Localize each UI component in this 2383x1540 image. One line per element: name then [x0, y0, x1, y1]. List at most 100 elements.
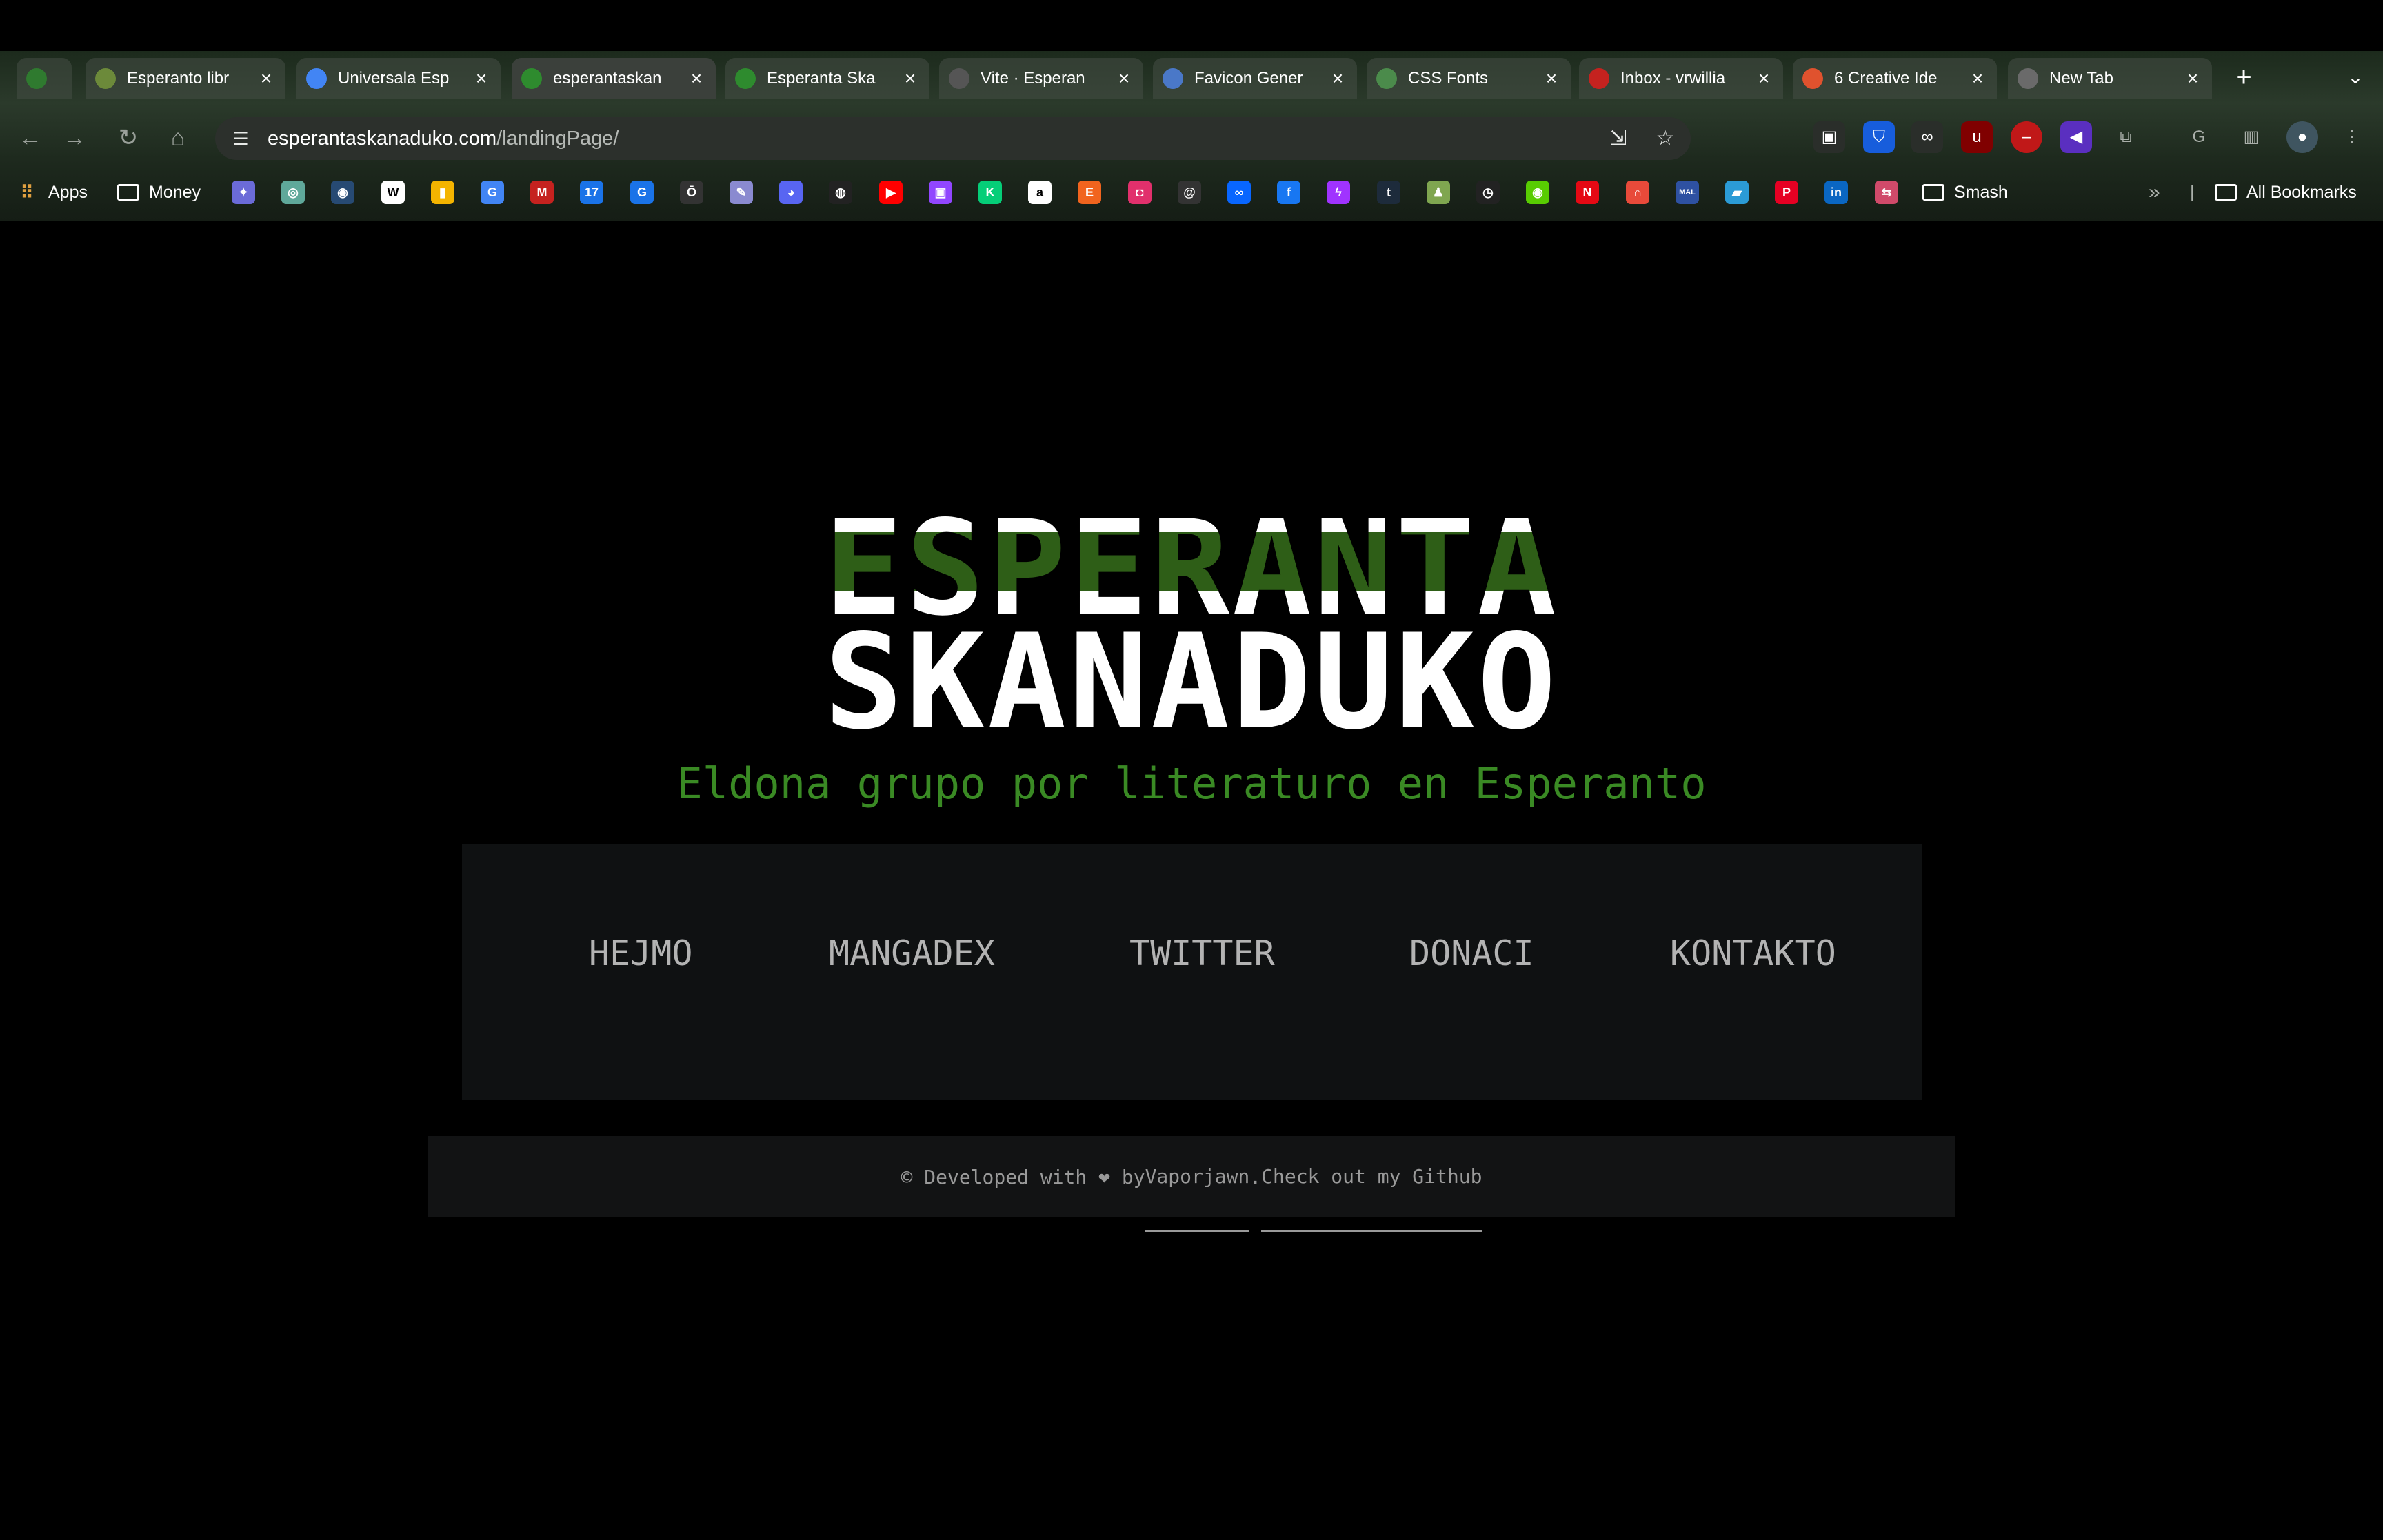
- nav-link-mangadex[interactable]: MANGADEX: [829, 933, 995, 973]
- close-tab-icon[interactable]: ×: [2182, 68, 2204, 90]
- nav-link-twitter[interactable]: TWITTER: [1129, 933, 1275, 973]
- bookmark-folder-smash[interactable]: Smash: [1922, 176, 2008, 208]
- close-tab-icon[interactable]: ×: [470, 68, 492, 90]
- landing-page: ESPERANTA SKANADUKO Eldona grupo por lit…: [0, 221, 2383, 1540]
- bookmark-duolingo[interactable]: ◉: [1526, 176, 1549, 208]
- bookmark-discord[interactable]: ◕: [779, 176, 803, 208]
- new-tab-button[interactable]: +: [2226, 59, 2262, 95]
- bookmark-github[interactable]: ◍: [829, 176, 852, 208]
- bookmark-link[interactable]: ⇆: [1875, 176, 1898, 208]
- tab-0[interactable]: [17, 58, 72, 99]
- bookmark-instagram[interactable]: ◘: [1128, 176, 1152, 208]
- nav-link-kontakto[interactable]: KONTAKTO: [1670, 933, 1836, 973]
- bookmark-folder-money[interactable]: Money: [117, 176, 201, 208]
- reload-icon[interactable]: ↻: [112, 121, 145, 154]
- ublock-icon[interactable]: u: [1961, 121, 1993, 153]
- gmail-favicon-icon: [1589, 68, 1609, 89]
- browser-menu-icon[interactable]: ⋮: [2336, 121, 2368, 153]
- bookmark-gmail[interactable]: M: [530, 176, 554, 208]
- glasses-icon[interactable]: ∞: [1911, 121, 1943, 153]
- bookmark-etsy[interactable]: E: [1078, 176, 1101, 208]
- install-app-icon[interactable]: ⇲: [1602, 123, 1634, 154]
- bookmark-pencil[interactable]: ✎: [730, 176, 753, 208]
- bookmark-meta[interactable]: ∞: [1227, 176, 1251, 208]
- google-lens-icon[interactable]: G: [2183, 121, 2215, 153]
- bookmark-tumblr[interactable]: t: [1377, 176, 1400, 208]
- bookmark-pinterest[interactable]: P: [1775, 176, 1798, 208]
- bookmark-netflix[interactable]: N: [1576, 176, 1599, 208]
- picture-in-picture-icon[interactable]: ▣: [1813, 121, 1845, 153]
- bookmark-bar[interactable]: ▰: [1725, 176, 1749, 208]
- bookmark-youtube[interactable]: ▶: [879, 176, 903, 208]
- bookmark-myanimelist[interactable]: MAL: [1676, 176, 1699, 208]
- bookmark-amazon[interactable]: a: [1028, 176, 1052, 208]
- google-favicon-icon: [306, 68, 327, 89]
- bookmark-translate[interactable]: G: [481, 176, 504, 208]
- close-tab-icon[interactable]: ×: [1540, 68, 1562, 90]
- more-bookmarks-chevron-icon[interactable]: »: [2149, 176, 2160, 208]
- close-tab-icon[interactable]: ×: [1113, 68, 1135, 90]
- bookmark-keep[interactable]: ▮: [431, 176, 454, 208]
- tab-label: Esperanto libr: [127, 69, 230, 88]
- close-tab-icon[interactable]: ×: [1967, 68, 1989, 90]
- main-nav: HEJMO MANGADEX TWITTER DONACI KONTAKTO: [462, 844, 1922, 1100]
- bookmark-calendar[interactable]: 17: [580, 176, 603, 208]
- tab-5[interactable]: Vite · Esperan ×: [939, 58, 1143, 99]
- bookmark-facebook[interactable]: f: [1277, 176, 1300, 208]
- tab-2[interactable]: Universala Esp ×: [296, 58, 501, 99]
- home-icon[interactable]: ⌂: [161, 121, 194, 154]
- bookmark-kickstarter[interactable]: K: [978, 176, 1002, 208]
- bookmark-slides[interactable]: G: [630, 176, 654, 208]
- bookmark-chatgpt[interactable]: ◎: [281, 176, 305, 208]
- bookmark-timer[interactable]: Ō: [680, 176, 703, 208]
- bitwarden-icon[interactable]: ⛉: [1863, 121, 1895, 153]
- tab-4[interactable]: Esperanta Ska ×: [725, 58, 929, 99]
- bookmark-twitch[interactable]: ▣: [929, 176, 952, 208]
- block-icon[interactable]: –: [2011, 121, 2042, 153]
- nav-link-donaci[interactable]: DONACI: [1409, 933, 1534, 973]
- bookmark-threads[interactable]: @: [1178, 176, 1201, 208]
- bookmark-apps[interactable]: ⠿ Apps: [15, 176, 88, 208]
- bookmark-messenger[interactable]: ϟ: [1327, 176, 1350, 208]
- browser-chrome: Esperanto libr × Universala Esp × esperantas…: [0, 0, 2383, 221]
- tab-7[interactable]: CSS Fonts ×: [1367, 58, 1571, 99]
- bookmark-wikipedia[interactable]: W: [381, 176, 405, 208]
- close-tab-icon[interactable]: ×: [1753, 68, 1775, 90]
- profile-avatar[interactable]: ●: [2286, 121, 2318, 153]
- tab-8[interactable]: Inbox - vrwillia ×: [1579, 58, 1783, 99]
- tab-10[interactable]: New Tab ×: [2008, 58, 2212, 99]
- bookmark-chess[interactable]: ♟: [1427, 176, 1450, 208]
- logo-title-line-2: SKANADUKO: [824, 606, 1559, 758]
- tab-search-chevron-icon[interactable]: ⌄: [2337, 59, 2373, 95]
- forward-arrow-icon[interactable]: →: [58, 121, 91, 154]
- all-bookmarks-folder[interactable]: All Bookmarks: [2215, 176, 2357, 208]
- url-path: /landingPage/: [496, 127, 619, 150]
- address-bar[interactable]: ☰ esperantaskanaduko.com /landingPage/ ⇲…: [215, 117, 1691, 160]
- site-settings-icon[interactable]: ☰: [228, 125, 254, 152]
- close-tab-icon[interactable]: ×: [255, 68, 277, 90]
- footer-github-link[interactable]: Check out my Github: [1261, 1165, 1482, 1232]
- kickstarter-icon: K: [978, 181, 1002, 204]
- tab-1[interactable]: Esperanto libr ×: [86, 58, 285, 99]
- tab-3[interactable]: esperantaskan ×: [512, 58, 716, 99]
- close-tab-icon[interactable]: ×: [899, 68, 921, 90]
- close-tab-icon[interactable]: ×: [1327, 68, 1349, 90]
- back-arrow-icon[interactable]: ←: [14, 121, 47, 154]
- bookmark-steam[interactable]: ◉: [331, 176, 354, 208]
- link-icon: ⇆: [1875, 181, 1898, 204]
- side-panel-icon[interactable]: ▥: [2235, 121, 2267, 153]
- close-tab-icon[interactable]: ×: [685, 68, 707, 90]
- bookmark-shop[interactable]: ⌂: [1626, 176, 1649, 208]
- volume-icon[interactable]: ◀: [2060, 121, 2092, 153]
- bookmark-clock[interactable]: ◷: [1476, 176, 1500, 208]
- extensions-puzzle-icon[interactable]: ⧉: [2110, 121, 2142, 153]
- esperanto-flag-icon: [521, 68, 542, 89]
- bookmark-star-icon[interactable]: ☆: [1649, 123, 1681, 154]
- bookmark-linkedin[interactable]: in: [1824, 176, 1848, 208]
- tab-9[interactable]: 6 Creative Ide ×: [1793, 58, 1997, 99]
- threads-icon: @: [1178, 181, 1201, 204]
- footer-author-link[interactable]: Vaporjawn: [1145, 1165, 1250, 1232]
- tab-6[interactable]: Favicon Gener ×: [1153, 58, 1357, 99]
- nav-link-hejmo[interactable]: HEJMO: [589, 933, 693, 973]
- bookmark-gemini[interactable]: ✦: [232, 176, 255, 208]
